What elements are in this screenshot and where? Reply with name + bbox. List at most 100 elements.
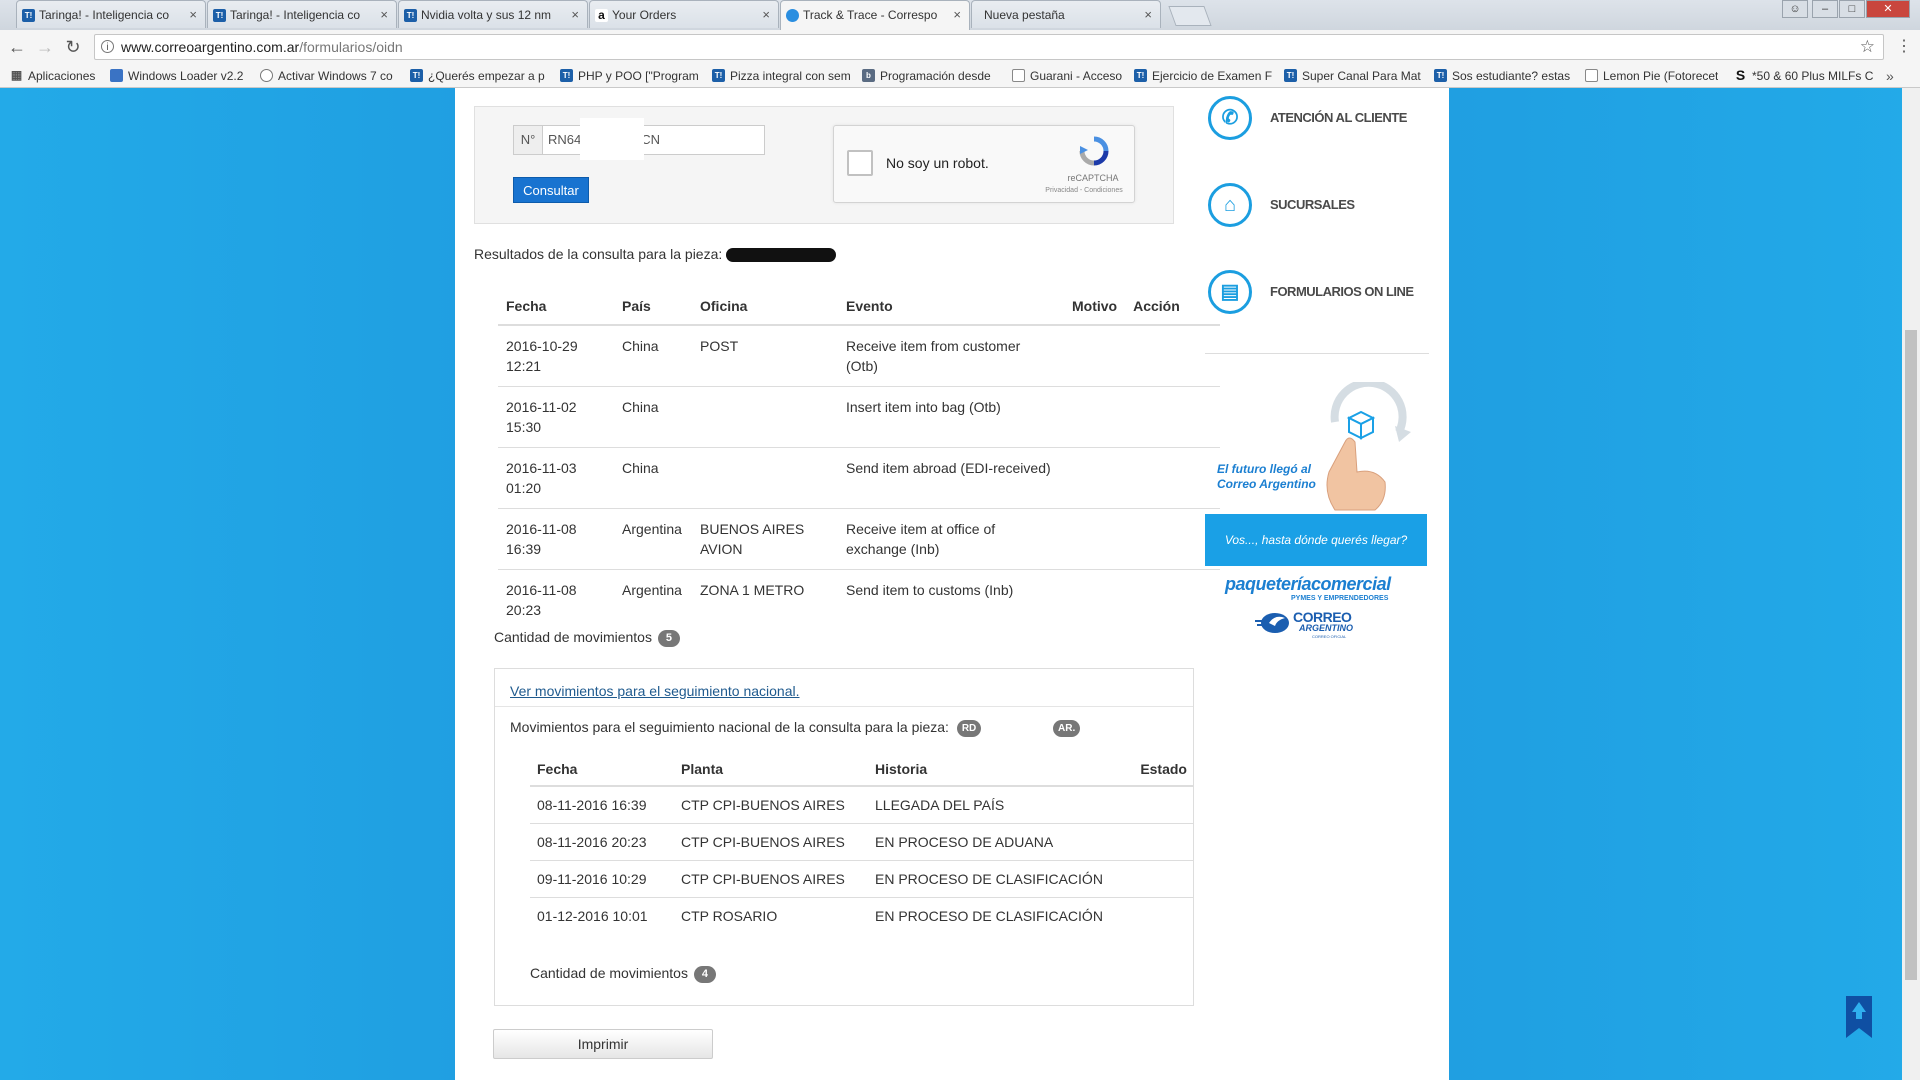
taringa-icon: T! <box>712 69 725 82</box>
promo-banner[interactable]: El futuro llegó al Correo Argentino Vos.… <box>1205 378 1429 678</box>
column-header: Fecha <box>498 286 614 326</box>
tab-taringa-2[interactable]: T! Taringa! - Inteligencia co × <box>207 0 397 28</box>
bookmark-apps[interactable]: ▦ Aplicaciones <box>10 64 96 88</box>
close-icon[interactable]: × <box>762 1 770 28</box>
recaptcha-logo-icon <box>1079 136 1109 166</box>
close-icon[interactable]: × <box>1144 1 1152 28</box>
bookmark-label: Pizza integral con sem <box>730 69 851 83</box>
bookmark-star-icon[interactable]: ☆ <box>1860 35 1875 59</box>
sidebar-item-online-forms[interactable]: ▤ FORMULARIOS ON LINE <box>1208 270 1428 320</box>
page-scrollbar[interactable] <box>1902 88 1920 1080</box>
column-header: Acción <box>1125 286 1220 326</box>
event-country: Argentina <box>614 569 692 630</box>
scrollbar-thumb[interactable] <box>1905 330 1917 980</box>
event-reason <box>1064 508 1126 570</box>
column-header: Fecha <box>530 751 674 787</box>
close-icon[interactable]: × <box>380 1 388 28</box>
divider <box>495 706 1193 707</box>
tab-your-orders[interactable]: a Your Orders × <box>589 0 779 28</box>
tab-title: Track & Trace - Correspo <box>803 8 938 22</box>
national-tracking-link[interactable]: Ver movimientos para el seguimiento naci… <box>510 683 800 699</box>
main-content: N° RN64 CN Consultar No soy un robot. reC… <box>455 88 1449 1080</box>
bookmark-label: Programación desde <box>880 69 991 83</box>
close-icon[interactable]: × <box>953 1 961 29</box>
close-icon[interactable]: × <box>189 1 197 28</box>
sidebar-item-customer-service[interactable]: ✆ ATENCIÓN AL CLIENTE <box>1208 96 1428 146</box>
table-row: 2016-11-08 20:23 Argentina ZONA 1 METRO … <box>498 569 1220 630</box>
event-country: China <box>614 386 692 448</box>
pymes-text: PYMES Y EMPRENDEDORES <box>1291 595 1389 602</box>
captcha-terms[interactable]: Privacidad - Condiciones <box>1034 187 1134 194</box>
bookmarks-overflow-icon[interactable]: » <box>1886 64 1894 88</box>
tab-title: Taringa! - Inteligencia co <box>39 8 170 22</box>
tracking-number-input[interactable]: N° RN64 CN <box>513 118 765 160</box>
tab-taringa-1[interactable]: T! Taringa! - Inteligencia co × <box>16 0 206 28</box>
promo-line: El futuro llegó al <box>1217 462 1312 476</box>
event-date: 2016-11-08 16:39 <box>498 508 614 570</box>
print-button[interactable]: Imprimir <box>493 1029 713 1059</box>
national-history: LLEGADA DEL PAÍS <box>868 785 1132 824</box>
maximize-icon[interactable]: □ <box>1839 0 1865 18</box>
national-tracking-panel: Ver movimientos para el seguimiento naci… <box>494 668 1194 1006</box>
bookmark-item[interactable]: T! Ejercicio de Examen F <box>1134 64 1272 88</box>
bookmark-item[interactable]: Guarani - Acceso <box>1012 64 1122 88</box>
national-tracking-title: Movimientos para el seguimiento nacional… <box>510 719 1081 737</box>
sidebar-item-branches[interactable]: ⌂ SUCURSALES <box>1208 183 1428 233</box>
scribd-icon: S <box>1735 67 1746 83</box>
user-icon[interactable]: ☺ <box>1782 0 1808 18</box>
tracking-value-end: CN <box>641 132 661 147</box>
bookmark-item[interactable]: b Programación desde <box>862 64 991 88</box>
minimize-icon[interactable]: – <box>1812 0 1838 18</box>
table-row: 01-12-2016 10:01 CTP ROSARIO EN PROCESO … <box>530 897 1194 934</box>
address-bar[interactable]: i www.correoargentino.com.ar/formularios… <box>94 34 1884 60</box>
menu-icon[interactable]: ⋮ <box>1896 36 1912 56</box>
reload-icon[interactable]: ↻ <box>62 36 84 58</box>
results-heading: Resultados de la consulta para la pieza: <box>474 246 837 263</box>
event-office: BUENOS AIRES AVION <box>692 508 838 570</box>
event-office <box>692 447 838 509</box>
bookmark-item[interactable]: Windows Loader v2.2 <box>110 64 243 88</box>
national-status <box>1132 823 1194 861</box>
consultar-button[interactable]: Consultar <box>513 177 589 203</box>
close-icon[interactable]: × <box>571 1 579 28</box>
table-row: 09-11-2016 10:29 CTP CPI-BUENOS AIRES EN… <box>530 860 1194 898</box>
forward-icon[interactable]: → <box>34 36 56 58</box>
info-icon[interactable]: i <box>101 40 114 53</box>
national-date: 08-11-2016 20:23 <box>530 823 674 861</box>
tracking-value-start: RN64 <box>548 132 582 147</box>
event-date: 2016-11-03 01:20 <box>498 447 614 509</box>
new-tab-button[interactable] <box>1168 6 1212 26</box>
bookmark-item[interactable]: T! ¿Querés empezar a p <box>410 64 545 88</box>
national-date: 09-11-2016 10:29 <box>530 860 674 898</box>
tab-new[interactable]: Nueva pestaña × <box>971 0 1161 28</box>
bookmark-item[interactable]: T! Super Canal Para Mat <box>1284 64 1421 88</box>
promo-question: Vos..., hasta dónde querés llegar? <box>1205 514 1427 566</box>
correo-argentino-icon <box>786 9 799 22</box>
column-header: Oficina <box>692 286 838 326</box>
bookmark-item[interactable]: S *50 & 60 Plus MILFs C <box>1734 64 1874 88</box>
national-plant: CTP CPI-BUENOS AIRES <box>674 823 868 861</box>
bookmark-item[interactable]: Lemon Pie (Fotorecet <box>1585 64 1718 88</box>
bookmark-item[interactable]: Activar Windows 7 co <box>260 64 393 88</box>
bookmark-item[interactable]: T! Sos estudiante? estas <box>1434 64 1570 88</box>
column-header: País <box>614 286 692 326</box>
captcha-checkbox[interactable] <box>847 150 873 176</box>
tab-track-trace[interactable]: Track & Trace - Correspo × <box>780 0 970 30</box>
back-icon[interactable]: ← <box>6 36 28 58</box>
bookmark-item[interactable]: T! Pizza integral con sem <box>712 64 851 88</box>
table-header-row: Fecha País Oficina Evento Motivo Acción <box>498 286 1220 326</box>
bookmark-label: Ejercicio de Examen F <box>1152 69 1273 83</box>
form-icon: ▤ <box>1208 270 1252 314</box>
bookmark-item[interactable]: T! PHP y POO ["Program <box>560 64 699 88</box>
sidebar-item-label: FORMULARIOS ON LINE <box>1270 284 1414 299</box>
event-reason <box>1064 324 1126 387</box>
event-country: China <box>614 324 692 387</box>
scroll-to-top-icon[interactable] <box>1844 992 1874 1040</box>
window-close-icon[interactable]: ✕ <box>1866 0 1910 18</box>
taringa-icon: T! <box>1134 69 1147 82</box>
event-country: China <box>614 447 692 509</box>
table-row: 08-11-2016 16:39 CTP CPI-BUENOS AIRES LL… <box>530 785 1194 824</box>
table-row: 2016-11-08 16:39 Argentina BUENOS AIRES … <box>498 508 1220 570</box>
redaction <box>580 118 644 160</box>
tab-nvidia[interactable]: T! Nvidia volta y sus 12 nm × <box>398 0 588 28</box>
